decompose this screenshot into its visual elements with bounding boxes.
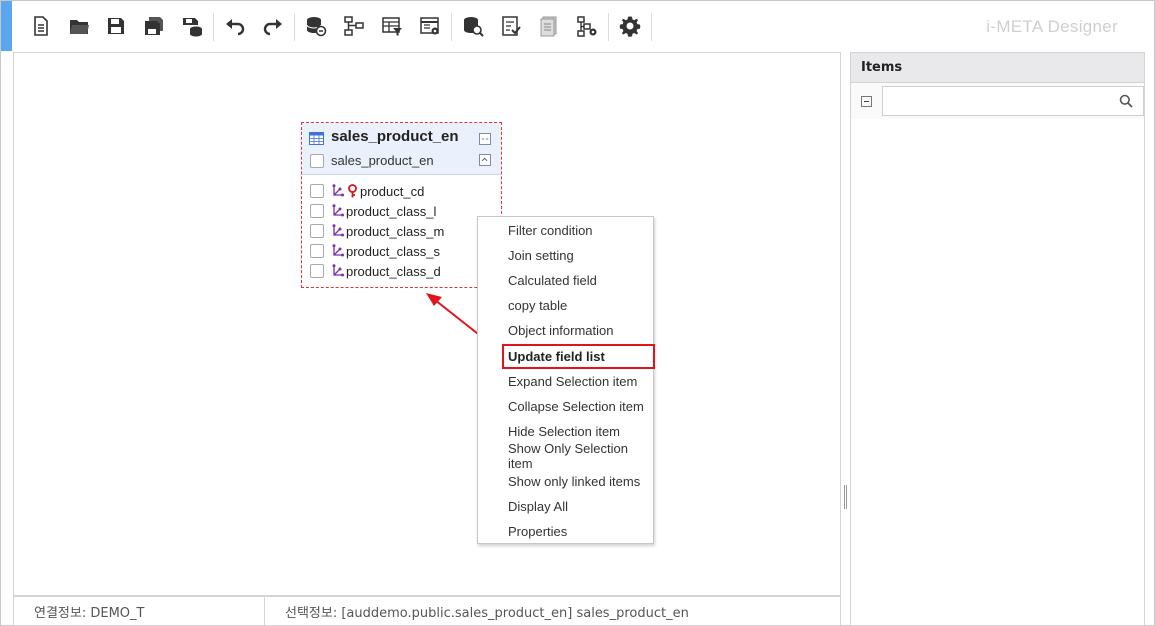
status-bar: 연결정보: DEMO_T 선택정보: [auddemo.public.sales… xyxy=(13,596,841,626)
menu-item-collapse-selection[interactable]: Collapse Selection item xyxy=(478,394,653,419)
table-menu-button[interactable] xyxy=(479,133,491,145)
menu-item-hide-selection[interactable]: Hide Selection item xyxy=(478,419,653,444)
table-icon xyxy=(309,132,324,145)
field-checkbox[interactable] xyxy=(310,184,324,198)
field-name: product_class_l xyxy=(346,203,437,219)
menu-item-expand-selection[interactable]: Expand Selection item xyxy=(478,369,653,394)
field-row[interactable]: product_class_d xyxy=(310,261,444,281)
accent-bar xyxy=(1,1,12,51)
field-row[interactable]: product_class_m xyxy=(310,221,444,241)
checklist-icon[interactable] xyxy=(498,12,524,40)
menu-item-properties[interactable]: Properties xyxy=(478,519,653,544)
table-name: sales_product_en xyxy=(331,128,459,145)
app-title: i-META Designer xyxy=(986,17,1118,36)
db-search-icon[interactable] xyxy=(460,12,486,40)
menu-item-calculated-field[interactable]: Calculated field xyxy=(478,268,653,293)
dimension-icon xyxy=(332,204,344,217)
gear-icon[interactable] xyxy=(617,12,643,40)
menu-item-display-all[interactable]: Display All xyxy=(478,494,653,519)
menu-item-join-setting[interactable]: Join setting xyxy=(478,243,653,268)
open-folder-icon[interactable] xyxy=(66,12,92,40)
table-alias: sales_product_en xyxy=(331,153,434,168)
field-row[interactable]: product_class_l xyxy=(310,201,444,221)
field-checkbox[interactable] xyxy=(310,204,324,218)
toolbar-separator xyxy=(294,13,295,41)
items-search-box xyxy=(882,86,1144,116)
save-icon[interactable] xyxy=(103,12,129,40)
items-toolbar xyxy=(851,83,1144,119)
field-name: product_cd xyxy=(360,183,425,199)
panel-splitter[interactable] xyxy=(843,485,848,509)
context-menu: Filter condition Join setting Calculated… xyxy=(477,216,655,544)
field-list: product_cd product_class_l product_class… xyxy=(310,181,444,281)
app-window: i-META Designer sales_product_en sales_p… xyxy=(0,0,1155,626)
tree-settings-icon[interactable] xyxy=(574,12,600,40)
field-name: product_class_m xyxy=(346,223,445,239)
menu-item-update-field-list[interactable]: Update field list xyxy=(478,343,655,370)
field-checkbox[interactable] xyxy=(310,264,324,278)
selection-info: 선택정보: [auddemo.public.sales_product_en] … xyxy=(285,605,689,621)
toolbar-separator xyxy=(651,13,652,41)
dimension-icon xyxy=(332,224,344,237)
toolbar: i-META Designer xyxy=(12,1,1154,51)
collapse-table-button[interactable] xyxy=(479,154,491,166)
db-connect-icon[interactable] xyxy=(303,12,329,40)
menu-item-show-only-selection[interactable]: Show Only Selection item xyxy=(478,441,653,471)
dimension-icon xyxy=(332,264,344,277)
field-checkbox[interactable] xyxy=(310,224,324,238)
key-icon xyxy=(348,184,357,198)
field-checkbox[interactable] xyxy=(310,244,324,258)
table-select-checkbox[interactable] xyxy=(310,153,324,168)
save-to-db-icon[interactable] xyxy=(179,12,205,40)
window-settings-icon[interactable] xyxy=(417,12,443,40)
table-box[interactable]: sales_product_en sales_product_en produc… xyxy=(301,122,502,288)
dimension-icon xyxy=(332,184,344,197)
toolbar-separator xyxy=(608,13,609,41)
save-as-icon[interactable] xyxy=(141,12,167,40)
menu-item-filter-condition[interactable]: Filter condition xyxy=(478,218,653,243)
search-icon[interactable] xyxy=(1119,94,1133,108)
field-row[interactable]: product_cd xyxy=(310,181,444,201)
items-panel-title: Items xyxy=(851,53,1144,83)
highlight-box xyxy=(502,344,655,370)
menu-item-show-linked-items[interactable]: Show only linked items xyxy=(478,469,653,494)
dimension-icon xyxy=(332,244,344,257)
collapse-all-icon[interactable] xyxy=(861,95,872,107)
hierarchy-icon[interactable] xyxy=(341,12,367,40)
toolbar-separator xyxy=(451,13,452,41)
items-panel: Items xyxy=(850,52,1145,626)
new-document-icon[interactable] xyxy=(28,12,54,40)
table-header[interactable]: sales_product_en sales_product_en xyxy=(302,123,501,175)
undo-icon[interactable] xyxy=(222,12,248,40)
items-search-input[interactable] xyxy=(883,87,1113,115)
connection-info: 연결정보: DEMO_T xyxy=(14,597,265,625)
field-row[interactable]: product_class_s xyxy=(310,241,444,261)
menu-item-object-information[interactable]: Object information xyxy=(478,318,653,343)
field-name: product_class_s xyxy=(346,243,440,259)
document-icon[interactable] xyxy=(536,12,562,40)
menu-item-copy-table[interactable]: copy table xyxy=(478,293,653,318)
table-filter-icon[interactable] xyxy=(379,12,405,40)
toolbar-separator xyxy=(213,13,214,41)
field-name: product_class_d xyxy=(346,263,441,279)
redo-icon[interactable] xyxy=(260,12,286,40)
